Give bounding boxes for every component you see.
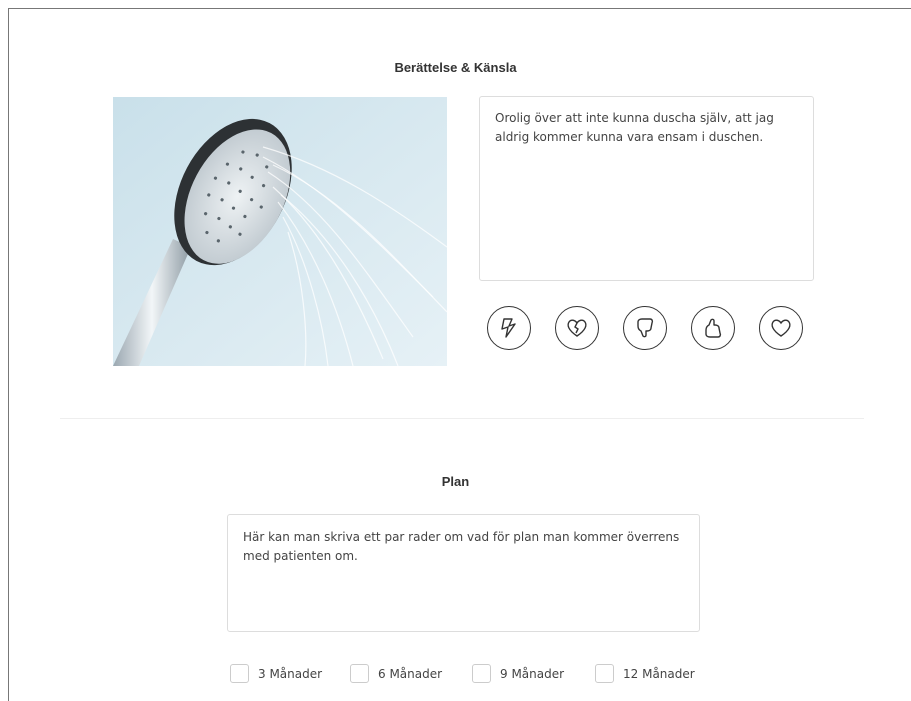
period-option-12-months[interactable]: 12 Månader bbox=[595, 664, 695, 683]
period-option-9-months[interactable]: 9 Månader bbox=[472, 664, 564, 683]
story-textarea[interactable]: Orolig över att inte kunna duscha själv,… bbox=[479, 96, 814, 281]
broken-heart-icon bbox=[567, 319, 587, 337]
thumbs-down-icon bbox=[637, 318, 654, 338]
section-divider bbox=[60, 418, 864, 419]
lightning-icon bbox=[501, 318, 516, 338]
period-option-6-months[interactable]: 6 Månader bbox=[350, 664, 442, 683]
feeling-thumbs-down-button[interactable] bbox=[623, 306, 667, 350]
thumbs-up-icon bbox=[705, 318, 722, 338]
feeling-lightning-button[interactable] bbox=[487, 306, 531, 350]
heart-icon bbox=[771, 319, 791, 337]
feeling-thumbs-up-button[interactable] bbox=[691, 306, 735, 350]
feeling-selector bbox=[487, 306, 807, 354]
period-label: 6 Månader bbox=[378, 666, 443, 681]
plan-title: Plan bbox=[441, 474, 470, 489]
period-checkbox[interactable] bbox=[595, 664, 614, 683]
period-label: 3 Månader bbox=[258, 666, 323, 681]
feeling-broken-heart-button[interactable] bbox=[555, 306, 599, 350]
plan-period-options: 3 Månader 6 Månader 9 Månader 12 Månader bbox=[230, 664, 730, 686]
story-title: Berättelse & Känsla bbox=[394, 60, 517, 75]
period-checkbox[interactable] bbox=[350, 664, 369, 683]
period-label: 12 Månader bbox=[623, 666, 695, 681]
period-checkbox[interactable] bbox=[230, 664, 249, 683]
plan-textarea[interactable]: Här kan man skriva ett par rader om vad … bbox=[227, 514, 700, 632]
feeling-heart-button[interactable] bbox=[759, 306, 803, 350]
period-option-3-months[interactable]: 3 Månader bbox=[230, 664, 322, 683]
shower-head-photo bbox=[113, 97, 447, 366]
period-checkbox[interactable] bbox=[472, 664, 491, 683]
period-label: 9 Månader bbox=[500, 666, 565, 681]
